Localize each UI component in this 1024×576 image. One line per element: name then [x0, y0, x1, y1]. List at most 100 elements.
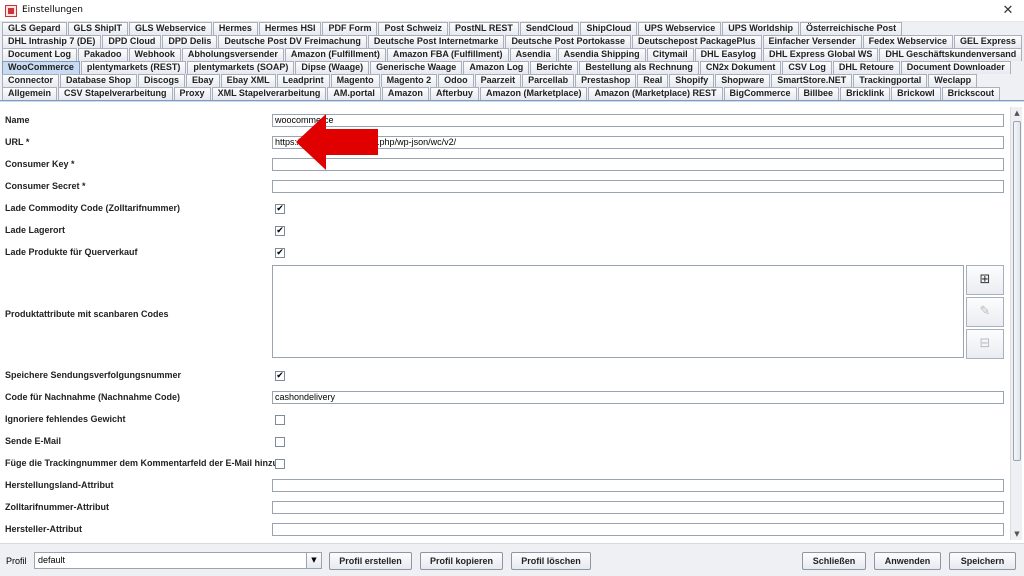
- tab-amazon-marketplace-rest[interactable]: Amazon (Marketplace) REST: [588, 87, 723, 100]
- tab-shipcloud[interactable]: ShipCloud: [580, 22, 638, 35]
- tab-amazon-fba-fulfillment[interactable]: Amazon FBA (Fulfillment): [386, 48, 509, 61]
- tab-hermes-hsi[interactable]: Hermes HSI: [258, 22, 322, 35]
- tab-dhl-geschäftskundenversand[interactable]: DHL Geschäftskundenversand: [879, 48, 1023, 61]
- tab-ups-webservice[interactable]: UPS Webservice: [638, 22, 722, 35]
- tab-plentymarkets-soap[interactable]: plentymarkets (SOAP): [187, 61, 295, 74]
- tab-trackingportal[interactable]: Trackingportal: [853, 74, 928, 87]
- tab-einfacher-versender[interactable]: Einfacher Versender: [762, 35, 862, 48]
- speichern-button[interactable]: Speichern: [949, 552, 1016, 570]
- tab-amazon-log[interactable]: Amazon Log: [463, 61, 530, 74]
- tab-webhook[interactable]: Webhook: [128, 48, 181, 61]
- profil-select[interactable]: default ▼: [34, 552, 322, 569]
- tab-database-shop[interactable]: Database Shop: [60, 74, 138, 87]
- scroll-up-icon[interactable]: ▲: [1011, 107, 1023, 119]
- produktattribute-list[interactable]: [272, 265, 964, 358]
- tab-pakadoo[interactable]: Pakadoo: [78, 48, 128, 61]
- tab-deutsche-post-internetmarke[interactable]: Deutsche Post Internetmarke: [367, 35, 505, 48]
- tab-discogs[interactable]: Discogs: [138, 74, 186, 87]
- tab-odoo[interactable]: Odoo: [438, 74, 474, 87]
- tab-gls-webservice[interactable]: GLS Webservice: [129, 22, 212, 35]
- tab-xml-stapelverarbeitung[interactable]: XML Stapelverarbeitung: [211, 87, 327, 100]
- tab-gls-gepard[interactable]: GLS Gepard: [2, 22, 67, 35]
- consumer-secret-field[interactable]: [272, 180, 1004, 193]
- tab-prestashop[interactable]: Prestashop: [575, 74, 637, 87]
- close-button[interactable]: ✕: [998, 2, 1018, 20]
- tab-magento-2[interactable]: Magento 2: [380, 74, 438, 87]
- tab-cn2x-dokument[interactable]: CN2x Dokument: [699, 61, 782, 74]
- tab-bestellung-als-rechnung[interactable]: Bestellung als Rechnung: [579, 61, 699, 74]
- tab-ups-worldship[interactable]: UPS Worldship: [722, 22, 800, 35]
- fuege-tracking-checkbox[interactable]: [275, 459, 285, 469]
- tab-dhl-easylog[interactable]: DHL Easylog: [694, 48, 762, 61]
- tab-asendia-shipping[interactable]: Asendia Shipping: [557, 48, 646, 61]
- consumer-key-field[interactable]: [272, 158, 1004, 171]
- vertical-scrollbar[interactable]: ▲ ▼: [1010, 107, 1022, 540]
- tab-abholungsversender[interactable]: Abholungsversender: [181, 48, 284, 61]
- speichere-checkbox[interactable]: ✔: [275, 371, 285, 381]
- tab-real[interactable]: Real: [637, 74, 669, 87]
- tab-smartstore-net[interactable]: SmartStore.NET: [771, 74, 853, 87]
- ignoriere-checkbox[interactable]: [275, 415, 285, 425]
- tab-woocommerce[interactable]: WooCommerce: [2, 61, 80, 74]
- profil-erstellen-button[interactable]: Profil erstellen: [329, 552, 412, 570]
- scroll-thumb[interactable]: [1013, 121, 1021, 461]
- tab-allgemein[interactable]: Allgemein: [2, 87, 58, 100]
- tab-weclapp[interactable]: Weclapp: [928, 74, 978, 87]
- tab-leadprint[interactable]: Leadprint: [276, 74, 330, 87]
- tab-ebay[interactable]: Ebay: [186, 74, 220, 87]
- tab-document-log[interactable]: Document Log: [2, 48, 77, 61]
- tab-amazon-fulfillment[interactable]: Amazon (Fulfillment): [284, 48, 386, 61]
- tab-dipse-waage[interactable]: Dipse (Waage): [295, 61, 370, 74]
- tab-amazon[interactable]: Amazon: [381, 87, 429, 100]
- anwenden-button[interactable]: Anwenden: [874, 552, 941, 570]
- lade-lagerort-checkbox[interactable]: ✔: [275, 226, 285, 236]
- lade-commodity-checkbox[interactable]: ✔: [275, 204, 285, 214]
- tab-gls-shipit[interactable]: GLS ShipIT: [67, 22, 129, 35]
- chevron-down-icon[interactable]: ▼: [306, 553, 321, 568]
- tab-dpd-cloud[interactable]: DPD Cloud: [102, 35, 162, 48]
- add-icon-button[interactable]: ⊞: [966, 265, 1004, 295]
- tab-am-portal[interactable]: AM.portal: [327, 87, 381, 100]
- tab-magento[interactable]: Magento: [330, 74, 380, 87]
- tab-berichte[interactable]: Berichte: [530, 61, 579, 74]
- tab-dhl-express-global-ws[interactable]: DHL Express Global WS: [762, 48, 879, 61]
- code-nachnahme-field[interactable]: cashondelivery: [272, 391, 1004, 404]
- tab-deutsche-post-portokasse[interactable]: Deutsche Post Portokasse: [505, 35, 631, 48]
- url-field[interactable]: https://<w .ce.com>/index.php/wp-json/wc…: [272, 136, 1004, 149]
- remove-icon-button[interactable]: ⊟: [966, 329, 1004, 359]
- tab-österreichische-post[interactable]: Österreichische Post: [800, 22, 903, 35]
- tab-asendia[interactable]: Asendia: [509, 48, 557, 61]
- tab-dhl-retoure[interactable]: DHL Retoure: [832, 61, 900, 74]
- tab-csv-stapelverarbeitung[interactable]: CSV Stapelverarbeitung: [58, 87, 173, 100]
- tab-deutsche-post-dv-freimachung[interactable]: Deutsche Post DV Freimachung: [218, 35, 367, 48]
- tab-billbee[interactable]: Billbee: [797, 87, 840, 100]
- tab-afterbuy[interactable]: Afterbuy: [429, 87, 479, 100]
- scroll-down-icon[interactable]: ▼: [1011, 528, 1023, 540]
- tab-bricklink[interactable]: Bricklink: [840, 87, 891, 100]
- tab-fedex-webservice[interactable]: Fedex Webservice: [862, 35, 953, 48]
- tab-dpd-delis[interactable]: DPD Delis: [162, 35, 218, 48]
- tab-bigcommerce[interactable]: BigCommerce: [723, 87, 797, 100]
- tab-sendcloud[interactable]: SendCloud: [519, 22, 580, 35]
- herstellungsland-field[interactable]: [272, 479, 1004, 492]
- sende-email-checkbox[interactable]: [275, 437, 285, 447]
- profil-loeschen-button[interactable]: Profil löschen: [511, 552, 591, 570]
- tab-connector[interactable]: Connector: [2, 74, 59, 87]
- tab-deutschepost-packageplus[interactable]: Deutschepost PackagePlus: [631, 35, 762, 48]
- tab-ebay-xml[interactable]: Ebay XML: [220, 74, 276, 87]
- tab-amazon-marketplace[interactable]: Amazon (Marketplace): [479, 87, 588, 100]
- tab-shopware[interactable]: Shopware: [715, 74, 771, 87]
- tab-proxy[interactable]: Proxy: [173, 87, 211, 100]
- tab-pdf-form[interactable]: PDF Form: [322, 22, 378, 35]
- tab-brickscout[interactable]: Brickscout: [941, 87, 1001, 100]
- tab-shopify[interactable]: Shopify: [669, 74, 715, 87]
- schliessen-button[interactable]: Schließen: [802, 552, 866, 570]
- hersteller-field[interactable]: [272, 523, 1004, 536]
- tab-generische-waage[interactable]: Generische Waage: [370, 61, 463, 74]
- tab-gel-express[interactable]: GEL Express: [953, 35, 1022, 48]
- tab-brickowl[interactable]: Brickowl: [891, 87, 941, 100]
- tab-csv-log[interactable]: CSV Log: [782, 61, 832, 74]
- tab-paarzeit[interactable]: Paarzeit: [474, 74, 522, 87]
- tab-document-downloader[interactable]: Document Downloader: [900, 61, 1011, 74]
- lade-produkte-checkbox[interactable]: ✔: [275, 248, 285, 258]
